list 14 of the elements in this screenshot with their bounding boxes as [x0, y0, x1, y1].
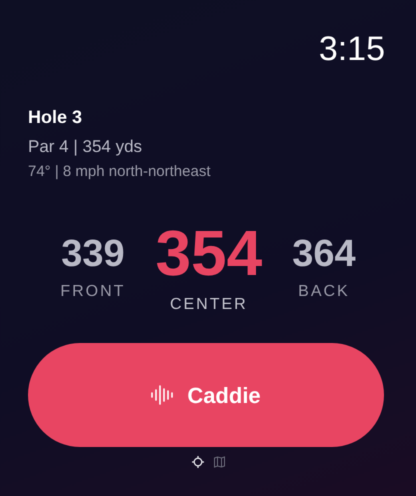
map-icon[interactable] [214, 456, 224, 468]
weather-text: 74° | 8 mph north-northeast [28, 162, 212, 182]
distance-value: 364 [292, 232, 356, 276]
crosshair-icon[interactable] [192, 456, 204, 468]
distance-label: FRONT [60, 282, 126, 302]
distance-label: BACK [298, 282, 350, 302]
caddie-button[interactable]: Caddie [28, 343, 384, 447]
time: 3:15 [318, 32, 385, 66]
hole-details: Par 4 | 354 yds [28, 137, 144, 157]
distance-value: 354 [155, 218, 262, 288]
distance-label: CENTER [170, 295, 248, 315]
hole-title: Hole 3 [28, 106, 84, 128]
waveform-icon [151, 384, 174, 406]
distance-value: 339 [61, 232, 125, 276]
